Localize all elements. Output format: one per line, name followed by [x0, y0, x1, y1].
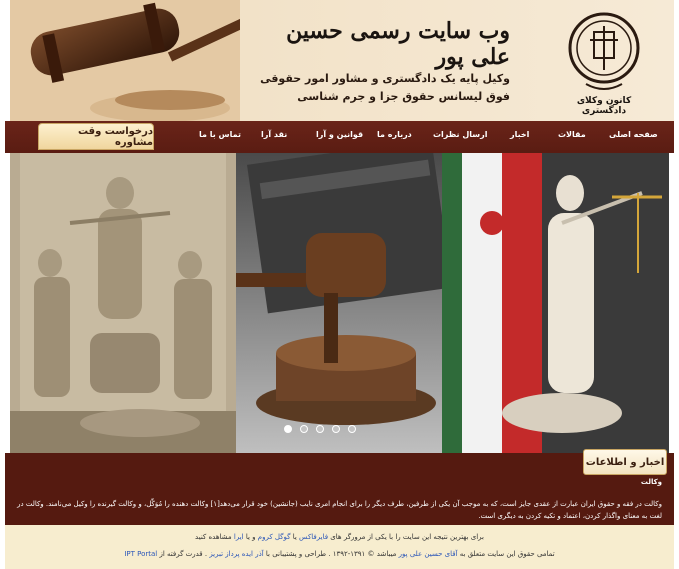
copyright-prefix: تمامی حقوق این سایت متعلق به — [459, 550, 555, 558]
firefox-link[interactable]: فایرفاکس — [299, 533, 328, 541]
copyright-mid: میباشد © ۱۳۹۱-۱۳۹۲ . طراحی و پشتیبانی با — [265, 550, 397, 558]
site-header: وب سایت رسمی حسین علی پور وکیل پایه یک د… — [10, 0, 674, 121]
nav-item-laws[interactable]: قوانین و آرا — [316, 130, 363, 139]
slider-dot-4[interactable] — [332, 425, 340, 433]
site-subtitle-line-1: وکیل پایه یک دادگستری و مشاور امور حقوقی — [260, 72, 510, 85]
chrome-link[interactable]: گوگل کروم — [258, 533, 291, 541]
news-subtitle: وکالت — [640, 478, 662, 486]
nav-item-reviews[interactable]: نقد آرا — [261, 130, 287, 139]
site-title: وب سایت رسمی حسین علی پور — [286, 18, 510, 70]
nav-item-about[interactable]: درباره ما — [377, 130, 412, 139]
ie-link[interactable]: ایرا — [234, 533, 244, 541]
slider-dot-5[interactable] — [348, 425, 356, 433]
nav-item-articles[interactable]: مقالات — [558, 130, 586, 139]
news-tab[interactable]: اخبار و اطلاعات — [583, 449, 667, 475]
designer-link[interactable]: آذر ایده پرداز تبریز — [209, 550, 263, 558]
gavel-header-image — [10, 0, 240, 121]
browser-or-1: یا — [292, 533, 297, 541]
gavel-book-image — [236, 153, 442, 453]
news-section: اخبار و اطلاعات وکالت وکالت در فقه و حقو… — [5, 449, 674, 525]
slider-dots — [284, 425, 356, 435]
copyright-mid-2: . قدرت گرفته از — [159, 550, 208, 558]
main-nav: درخواست وقت مشاوره صفحه اصلی مقالات اخبا… — [5, 121, 674, 153]
news-body-text: وکالت در فقه و حقوق ایران عبارت از عقدی … — [17, 500, 662, 520]
nav-item-send-comments[interactable]: ارسال نظرات — [433, 130, 488, 139]
browser-recommendation: برای بهترین نتیجه این سایت را با یکی از … — [5, 533, 674, 541]
nav-item-home[interactable]: صفحه اصلی — [609, 130, 658, 139]
copyright-line: تمامی حقوق این سایت متعلق به آقای حسین ع… — [5, 550, 674, 558]
slider-dot-2[interactable] — [300, 425, 308, 433]
logo-caption: کانون وکلای دادگستری — [576, 96, 632, 116]
browser-text-suffix: مشاهده کنید — [195, 533, 232, 541]
browser-or-2: و یا — [245, 533, 256, 541]
site-footer: برای بهترین نتیجه این سایت را با یکی از … — [5, 525, 674, 569]
page: وب سایت رسمی حسین علی پور وکیل پایه یک د… — [0, 0, 679, 569]
portal-link[interactable]: IPT Portal — [124, 550, 157, 558]
image-slider[interactable] — [10, 153, 669, 453]
nav-item-contact[interactable]: تماس با ما — [199, 130, 241, 139]
bar-association-logo — [568, 12, 640, 90]
slider-dot-3[interactable] — [316, 425, 324, 433]
nav-item-news[interactable]: اخبار — [510, 130, 529, 139]
slider-dot-1[interactable] — [284, 425, 292, 433]
justice-relief-image — [10, 153, 236, 453]
owner-link[interactable]: آقای حسین علی پور — [399, 550, 458, 558]
browser-text-prefix: برای بهترین نتیجه این سایت را با یکی از … — [330, 533, 484, 541]
nav-menu: صفحه اصلی مقالات اخبار ارسال نظرات دربار… — [5, 121, 674, 153]
justice-statue-flag-image — [442, 153, 669, 453]
site-subtitle-line-2: فوق لیسانس حقوق جزا و جرم شناسی — [297, 90, 510, 103]
